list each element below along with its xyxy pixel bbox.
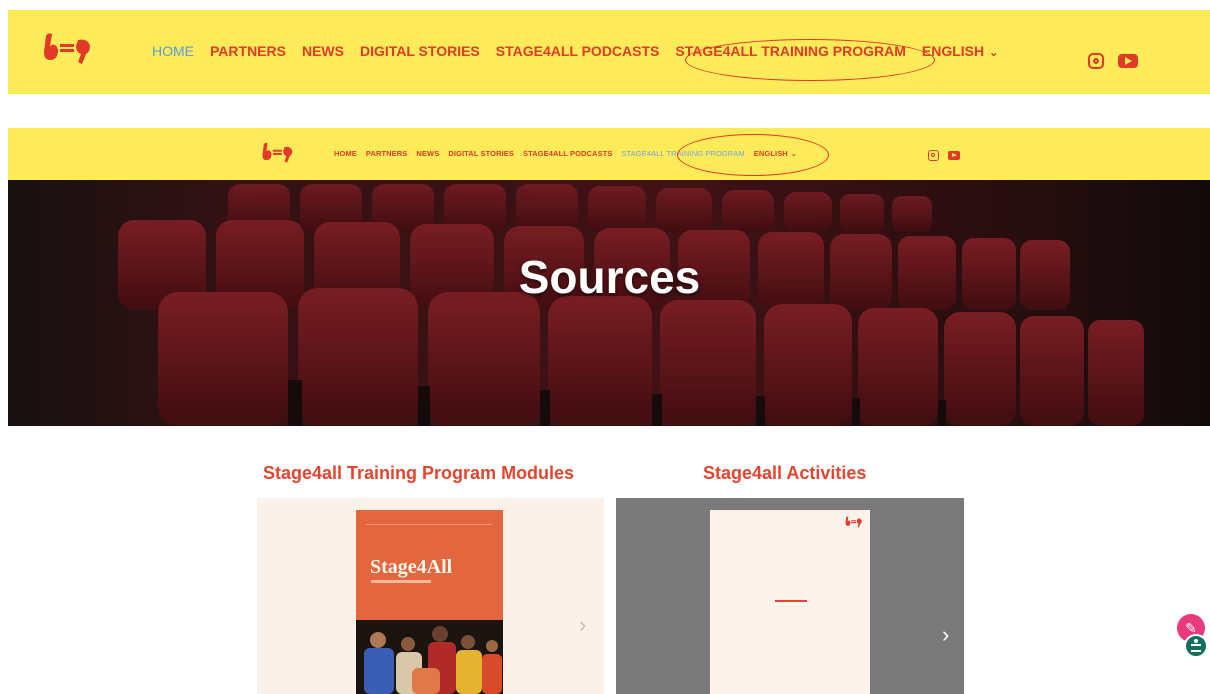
hero-banner: Sources bbox=[8, 180, 1210, 426]
youtube-icon[interactable] bbox=[948, 151, 960, 160]
nav-home[interactable]: HOME bbox=[152, 43, 194, 59]
modules-book-cover[interactable]: Stage4All bbox=[356, 510, 503, 694]
book-subtitle-line bbox=[371, 580, 431, 583]
youtube-icon[interactable] bbox=[1118, 54, 1138, 68]
nav-language[interactable]: ENGLISH ⌄ bbox=[922, 43, 1014, 59]
stage4all-logo[interactable] bbox=[42, 32, 94, 66]
social-icons bbox=[1088, 53, 1138, 69]
chevron-down-icon: ⌄ bbox=[989, 47, 999, 59]
activities-card[interactable]: › bbox=[616, 498, 964, 694]
performers-illustration bbox=[356, 620, 503, 694]
social-icons-small bbox=[928, 150, 960, 161]
stage4all-logo-small[interactable] bbox=[261, 142, 295, 164]
book-title: Stage4All bbox=[370, 556, 453, 578]
accessibility-icon[interactable] bbox=[1184, 634, 1208, 658]
arrow-right-icon[interactable]: › bbox=[579, 612, 586, 638]
nav2-podcasts[interactable]: STAGE4ALL PODCASTS bbox=[523, 149, 612, 158]
cover-text-line bbox=[775, 600, 807, 602]
nav-news[interactable]: NEWS bbox=[302, 43, 344, 59]
nav-partners[interactable]: PARTNERS bbox=[210, 43, 286, 59]
nav2-digital-stories[interactable]: DIGITAL STORIES bbox=[448, 149, 514, 158]
nav2-home[interactable]: HOME bbox=[334, 149, 357, 158]
section-title-activities: Stage4all Activities bbox=[703, 463, 867, 483]
hero-title: Sources bbox=[518, 251, 701, 303]
stage4all-logo-mini bbox=[845, 516, 862, 528]
nav-podcasts[interactable]: STAGE4ALL PODCASTS bbox=[496, 43, 660, 59]
nav2-partners[interactable]: PARTNERS bbox=[366, 149, 408, 158]
highlight-circle-small bbox=[677, 134, 829, 176]
instagram-icon[interactable] bbox=[928, 150, 939, 161]
cover-line bbox=[366, 524, 492, 525]
nav-digital-stories[interactable]: DIGITAL STORIES bbox=[360, 43, 480, 59]
instagram-icon[interactable] bbox=[1088, 53, 1104, 69]
secondary-navbar: HOME PARTNERS NEWS DIGITAL STORIES STAGE… bbox=[8, 128, 1210, 180]
activities-book-cover[interactable] bbox=[710, 510, 870, 694]
section-title-modules: Stage4all Training Program Modules bbox=[263, 463, 575, 483]
modules-card[interactable]: Stage4All › bbox=[257, 498, 604, 694]
primary-navbar: HOME PARTNERS NEWS DIGITAL STORIES STAGE… bbox=[8, 10, 1210, 94]
highlight-circle bbox=[685, 39, 935, 81]
nav2-news[interactable]: NEWS bbox=[416, 149, 439, 158]
cover-photo bbox=[356, 620, 503, 694]
arrow-right-icon[interactable]: › bbox=[942, 622, 949, 648]
